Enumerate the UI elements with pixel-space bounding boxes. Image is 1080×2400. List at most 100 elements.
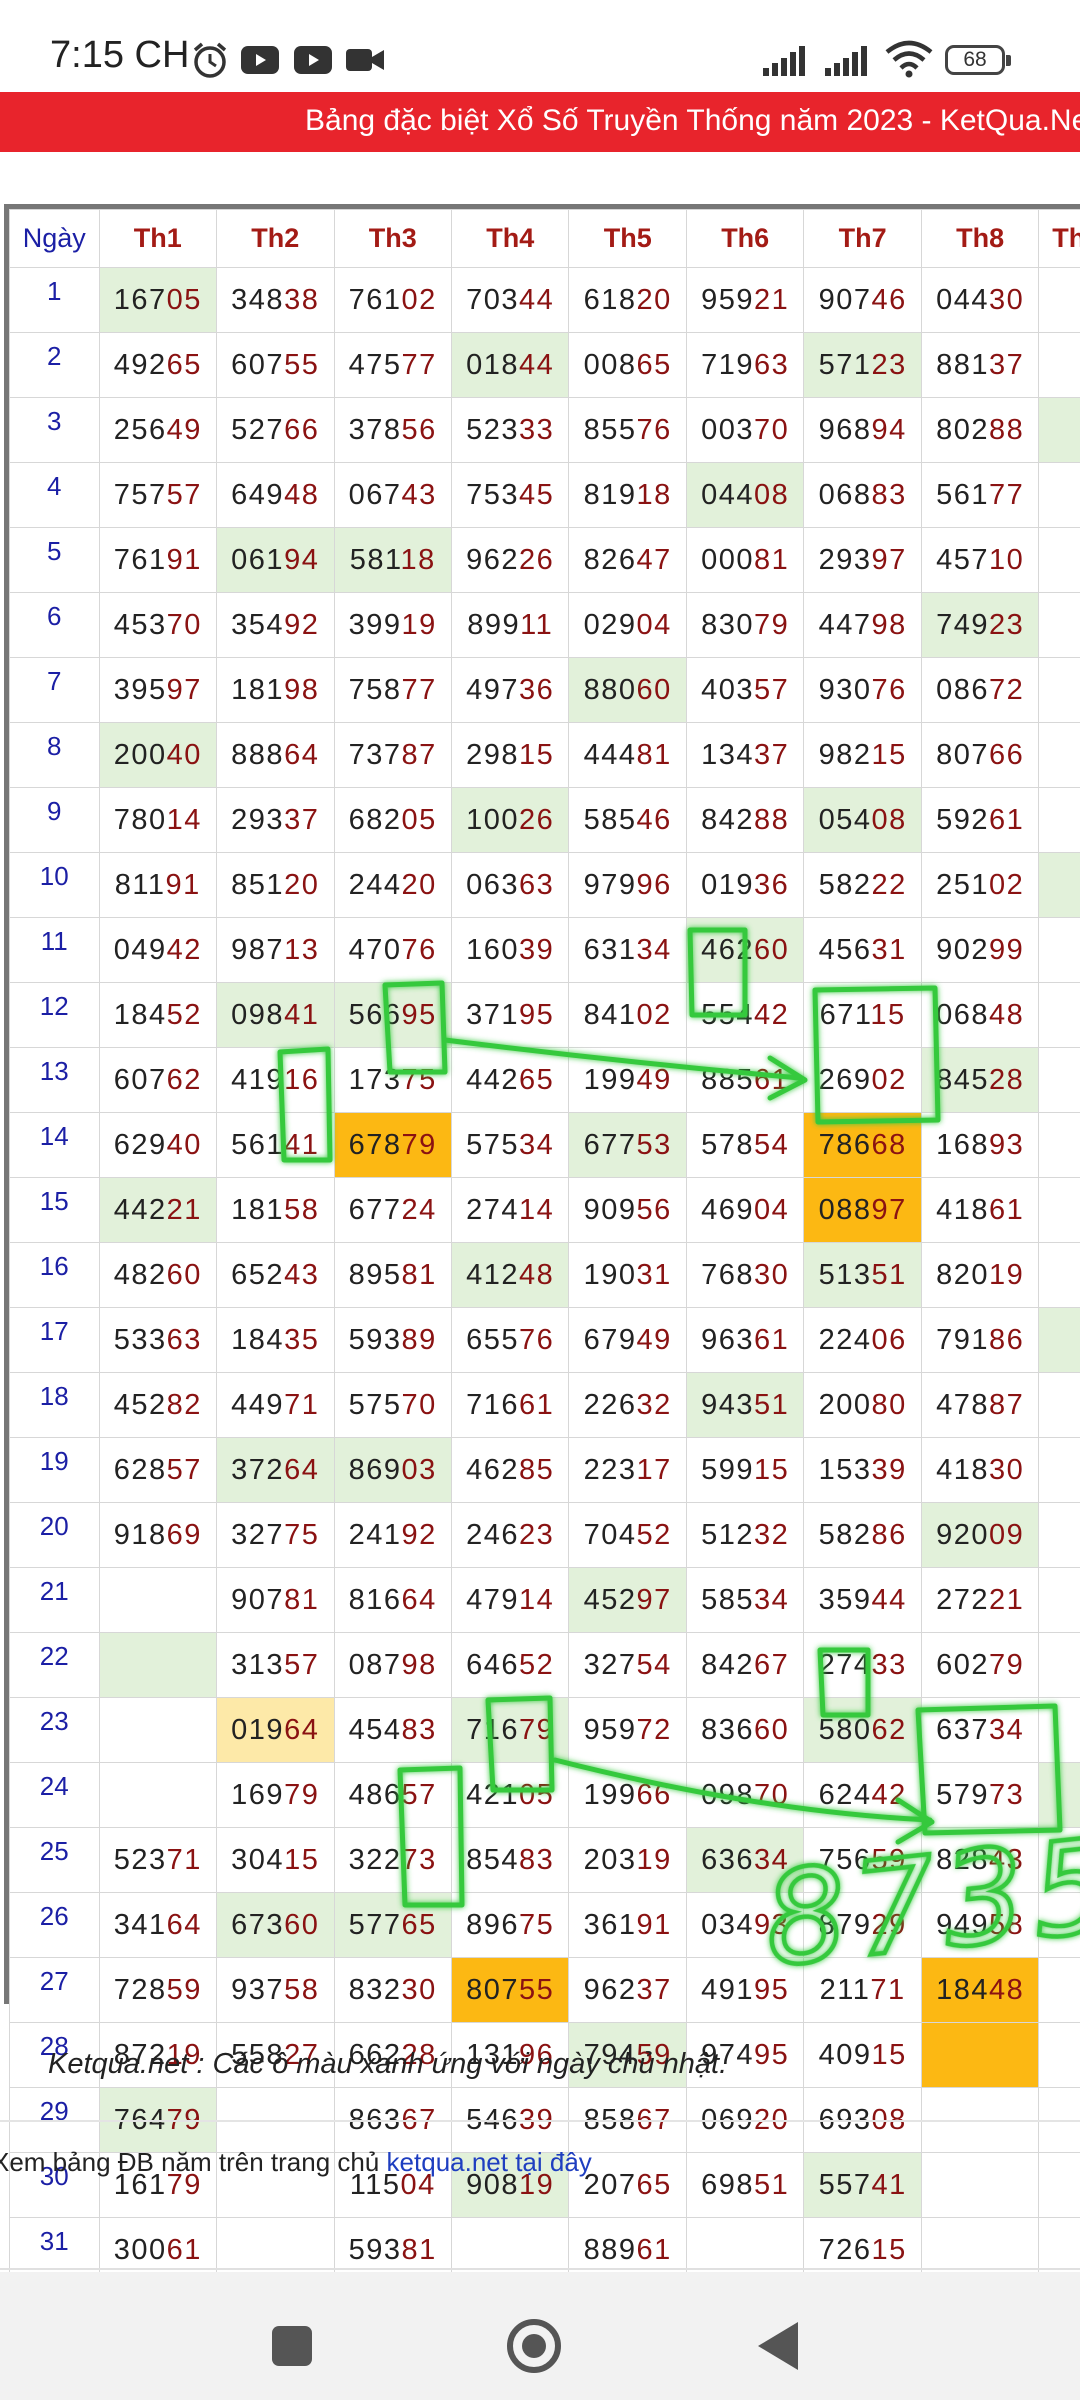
prize-cell: 89581 <box>333 1242 452 1308</box>
prize-digits-head: 855 <box>583 413 637 446</box>
prize-cell <box>1038 1177 1080 1243</box>
prize-digits-head: 419 <box>231 1063 285 1096</box>
prize-digits-tail: 49 <box>166 413 202 446</box>
prize-digits-tail: 81 <box>401 2233 437 2266</box>
prize-digits-head: 959 <box>701 283 754 316</box>
prize-digits-tail: 54 <box>636 1648 672 1681</box>
prize-cell: 76830 <box>685 1242 805 1308</box>
prize-cell: 49195 <box>685 1957 805 2023</box>
prize-digits-head: 557 <box>818 2168 872 2201</box>
prize-digits-head: 300 <box>113 2233 167 2266</box>
recent-apps-icon[interactable] <box>272 2326 312 2366</box>
prize-digits-head: 168 <box>936 1128 989 1161</box>
prize-digits-tail: 57 <box>284 1648 320 1681</box>
prize-cell: 47887 <box>920 1372 1040 1438</box>
prize-digits-tail: 19 <box>988 1258 1025 1291</box>
back-icon[interactable] <box>758 2322 798 2370</box>
day-number: 11 <box>9 917 100 983</box>
prize-digits-head: 888 <box>231 738 285 771</box>
prize-cell: 58546 <box>568 787 687 853</box>
prize-digits-tail: 18 <box>636 478 672 511</box>
prize-cell: 20319 <box>568 1827 687 1893</box>
special-prize-table-container[interactable]: Ngày Th1Th2Th3Th4Th5Th6Th7Th8Th 11670534… <box>4 204 1080 2283</box>
table-header-row: Ngày Th1Th2Th3Th4Th5Th6Th7Th8Th <box>9 209 1080 268</box>
prize-digits-tail: 81 <box>284 1583 320 1616</box>
prize-digits-tail: 55 <box>519 1973 555 2006</box>
prize-digits-tail: 54 <box>754 1128 790 1161</box>
prize-digits-head: 593 <box>348 1323 402 1356</box>
prize-digits-tail: 15 <box>871 2038 907 2071</box>
prize-digits-head: 677 <box>348 1193 402 1226</box>
day-number: 24 <box>9 1762 100 1828</box>
prize-digits-tail: 20 <box>636 283 672 316</box>
prize-cell <box>1038 332 1080 398</box>
prize-digits-tail: 75 <box>401 1063 437 1096</box>
prize-digits-head: 054 <box>818 803 872 836</box>
prize-cell: 56695 <box>333 982 452 1048</box>
home-page-link[interactable]: ketqua.net tại đây <box>387 2147 592 2177</box>
youtube-icon <box>294 46 332 74</box>
table-row: 15 44221 18158 67724 27414 90956 46904 08897 418… <box>9 1177 1080 1243</box>
prize-digits-tail: 56 <box>636 1193 672 1226</box>
prize-digits-head: 256 <box>113 413 167 446</box>
prize-digits-tail: 11 <box>520 608 554 641</box>
day-number: 14 <box>9 1112 100 1178</box>
prize-digits-head: 462 <box>466 1453 520 1486</box>
prize-cell <box>1038 267 1080 333</box>
month-header-3: Th3 <box>333 209 452 268</box>
prize-cell: 83230 <box>333 1957 452 2023</box>
prize-digits-tail: 75 <box>284 1518 320 1551</box>
prize-digits-head: 211 <box>819 1973 871 2006</box>
prize-digits-tail: 87 <box>401 738 437 771</box>
prize-digits-head: 354 <box>231 608 285 641</box>
prize-digits-head: 575 <box>466 1128 520 1161</box>
prize-digits-head: 607 <box>113 1063 167 1096</box>
prize-cell: 84267 <box>685 1632 805 1698</box>
prize-digits-head: 359 <box>818 1583 872 1616</box>
prize-digits-tail: 24 <box>401 1193 437 1226</box>
prize-digits-tail: 40 <box>166 1128 202 1161</box>
prize-digits-head: 879 <box>818 1908 872 1941</box>
prize-cell: 45282 <box>98 1372 218 1438</box>
prize-cell: 42105 <box>450 1762 570 1828</box>
prize-cell: 27221 <box>920 1567 1040 1633</box>
prize-digits-head: 677 <box>583 1128 637 1161</box>
prize-digits-head: 728 <box>113 1973 167 2006</box>
prize-digits-head: 554 <box>701 998 754 1031</box>
prize-digits-head: 758 <box>348 673 402 706</box>
prize-digits-tail: 49 <box>636 1323 672 1356</box>
prize-digits-tail: 05 <box>401 803 437 836</box>
prize-digits-head: 395 <box>113 673 167 706</box>
prize-digits-head: 313 <box>231 1648 285 1681</box>
prize-digits-tail: 98 <box>401 1648 437 1681</box>
prize-cell: 18448 <box>920 1957 1040 2023</box>
prize-cell: 65243 <box>216 1242 335 1308</box>
day-number: 21 <box>9 1567 100 1633</box>
prize-digits-head: 828 <box>936 1843 989 1876</box>
prize-digits-head: 486 <box>348 1778 402 1811</box>
table-row: 14 62940 56141 67879 57534 67753 57854 78668 168… <box>9 1112 1080 1178</box>
prize-digits-head: 561 <box>231 1128 285 1161</box>
prize-digits-tail: 37 <box>636 1973 672 2006</box>
prize-digits-head: 098 <box>701 1778 754 1811</box>
prize-cell: 90781 <box>216 1567 335 1633</box>
prize-cell: 25649 <box>98 397 218 463</box>
prize-cell: 57534 <box>450 1112 570 1178</box>
prize-cell: 19966 <box>568 1762 687 1828</box>
prize-digits-tail: 71 <box>166 1843 202 1876</box>
prize-digits-head: 581 <box>349 543 401 576</box>
home-icon[interactable] <box>507 2319 561 2373</box>
prize-digits-tail: 02 <box>401 283 437 316</box>
prize-digits-tail: 51 <box>754 1388 790 1421</box>
table-row: 10 81191 85120 24420 06363 97996 01936 58222 251… <box>9 852 1080 918</box>
prize-cell: 20040 <box>98 722 218 788</box>
prize-digits-head: 869 <box>348 1453 402 1486</box>
prize-digits-head: 361 <box>583 1908 637 1941</box>
prize-digits-tail: 42 <box>754 998 790 1031</box>
prize-digits-tail: 43 <box>988 1843 1025 1876</box>
prize-digits-head: 003 <box>701 413 754 446</box>
prize-digits-tail: 23 <box>519 1518 555 1551</box>
prize-digits-tail: 66 <box>636 1778 672 1811</box>
prize-digits-head: 479 <box>466 1583 520 1616</box>
day-number: 4 <box>9 462 100 528</box>
